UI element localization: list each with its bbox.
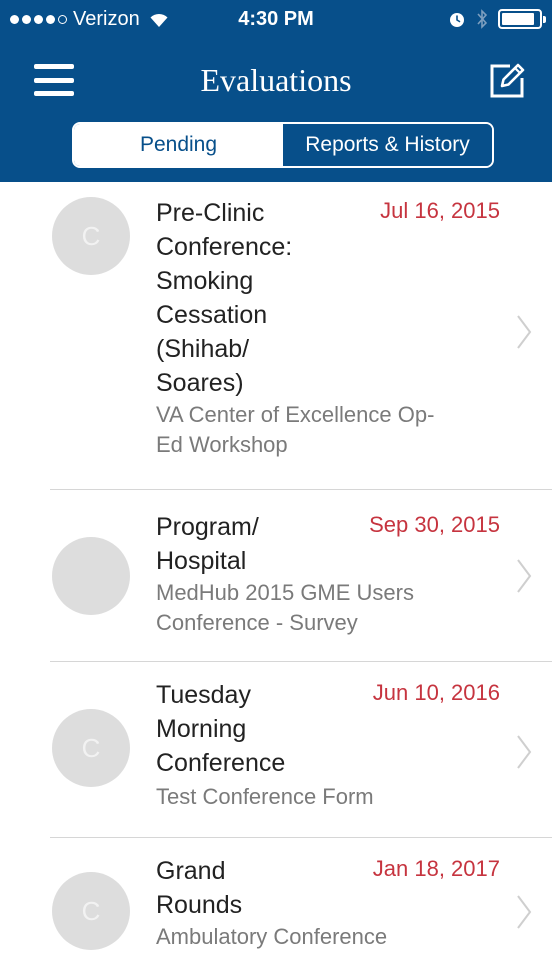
list-item[interactable]: C Grand Rounds Ambulatory Conference Jan… xyxy=(0,838,552,976)
page-title: Evaluations xyxy=(200,62,352,98)
compose-icon[interactable] xyxy=(488,60,528,100)
chevron-right-icon xyxy=(517,315,532,349)
bluetooth-icon xyxy=(477,9,488,29)
evaluation-subtitle: Test Conference Form xyxy=(156,784,374,809)
evaluation-date: Sep 30, 2015 xyxy=(369,512,500,537)
evaluation-title: Pre-Clinic Conference: Smoking Cessation… xyxy=(156,199,293,397)
tab-pending[interactable]: Pending xyxy=(74,124,283,166)
evaluation-subtitle: VA Center of Excellence Op- Ed Workshop xyxy=(156,402,435,457)
evaluation-title: Tuesday Morning Conference xyxy=(156,681,286,777)
battery-level xyxy=(502,13,535,25)
list-item[interactable]: Program/ Hospital MedHub 2015 GME Users … xyxy=(0,490,552,662)
tab-reports-history[interactable]: Reports & History xyxy=(283,124,492,166)
app-header: Verizon 4:30 PM Evaluations Pending Repo… xyxy=(0,0,552,182)
list-item[interactable]: C Pre-Clinic Conference: Smoking Cessati… xyxy=(0,182,552,490)
status-bar: Verizon 4:30 PM xyxy=(0,0,552,40)
alarm-icon xyxy=(450,13,464,27)
navigation-bar: Evaluations xyxy=(0,40,552,120)
chevron-right-icon xyxy=(517,895,532,929)
list-item[interactable]: C Tuesday Morning Conference Test Confer… xyxy=(0,662,552,838)
evaluation-subtitle: Ambulatory Conference xyxy=(156,924,388,949)
status-right xyxy=(448,9,546,29)
chevron-right-icon xyxy=(517,559,532,593)
evaluation-title: Program/ Hospital xyxy=(156,513,259,575)
evaluations-list: C Pre-Clinic Conference: Smoking Cessati… xyxy=(0,182,552,976)
avatar xyxy=(52,537,130,615)
evaluation-title: Grand Rounds xyxy=(156,857,243,919)
evaluation-subtitle: MedHub 2015 GME Users Conference - Surve… xyxy=(156,580,414,635)
segmented-control: Pending Reports & History xyxy=(72,122,494,168)
avatar: C xyxy=(52,197,130,275)
evaluation-date: Jan 18, 2017 xyxy=(372,856,500,881)
evaluation-date: Jun 10, 2016 xyxy=(372,680,500,705)
evaluation-date: Jul 16, 2015 xyxy=(380,198,500,223)
battery-icon xyxy=(498,9,546,29)
chevron-right-icon xyxy=(517,735,532,769)
avatar: C xyxy=(52,709,130,787)
avatar: C xyxy=(52,872,130,950)
